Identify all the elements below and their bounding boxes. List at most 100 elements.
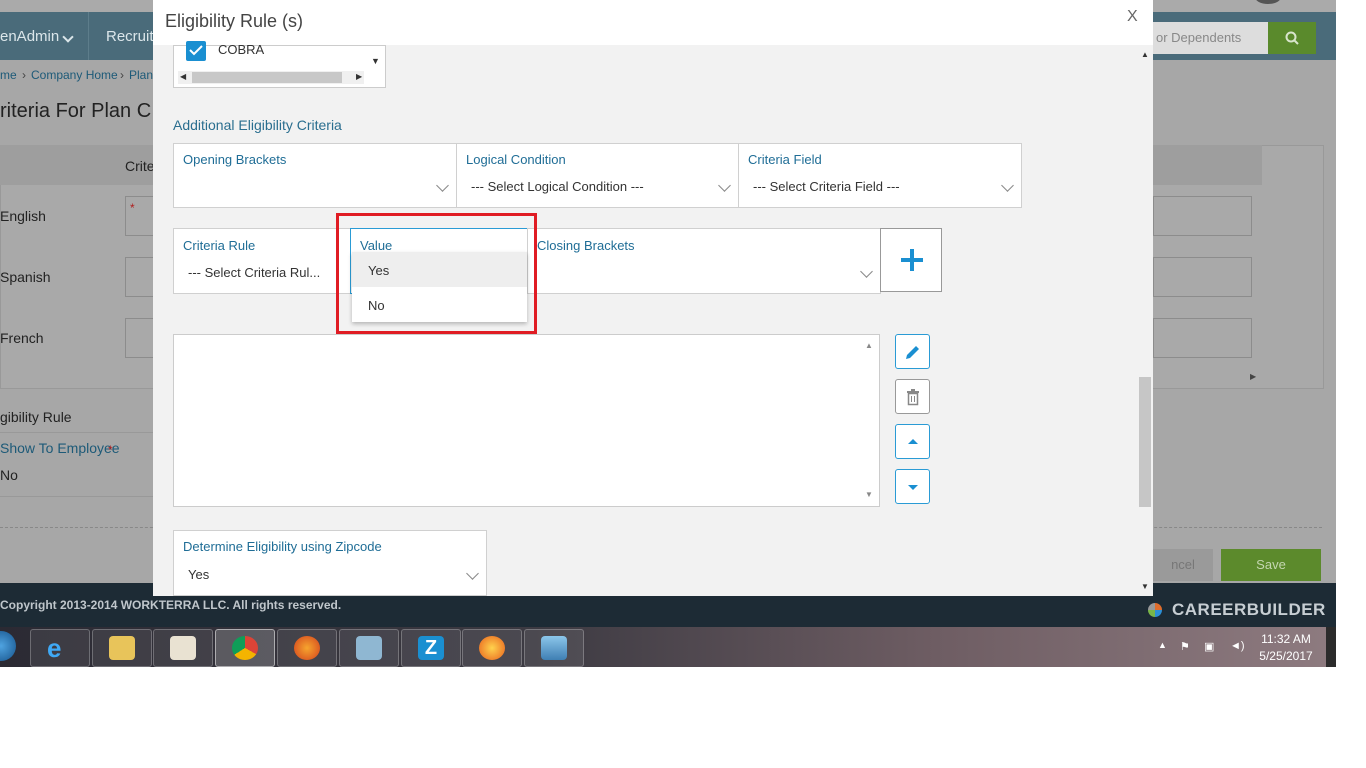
- section-label: Additional Eligibility Criteria: [173, 117, 342, 133]
- chevron-down-icon: [436, 179, 449, 192]
- trash-icon: [907, 389, 919, 406]
- nav-divider: [88, 12, 89, 60]
- delete-rule-button[interactable]: [895, 379, 930, 414]
- careerbuilder-logo-icon: [1148, 603, 1162, 617]
- edit-rule-button[interactable]: [895, 334, 930, 369]
- horizontal-scrollbar[interactable]: ◀ ▶: [178, 71, 364, 84]
- chevron-down-icon: [860, 265, 873, 278]
- move-up-button[interactable]: [895, 424, 930, 459]
- save-button[interactable]: Save: [1221, 549, 1321, 581]
- chevron-down-icon: [718, 179, 731, 192]
- firefox-dev-icon[interactable]: [462, 629, 522, 667]
- breadcrumb-home[interactable]: me: [0, 68, 17, 82]
- volume-icon[interactable]: ◄): [1230, 640, 1245, 652]
- media-player-icon[interactable]: [153, 629, 213, 667]
- chrome-icon[interactable]: [215, 629, 275, 667]
- modal-scrollbar-thumb[interactable]: [1139, 377, 1151, 507]
- tray-expand-icon[interactable]: ▲: [1158, 640, 1167, 650]
- zipcode-eligibility-select[interactable]: Determine Eligibility using Zipcode Yes: [173, 530, 487, 596]
- zipcode-eligibility-value: Yes: [188, 567, 210, 582]
- chevron-down-icon: [62, 31, 74, 43]
- clock-time: 11:32 AM: [1261, 632, 1311, 646]
- logical-condition-value: --- Select Logical Condition ---: [471, 179, 644, 194]
- criteria-rule-value: --- Select Criteria Rul...: [188, 265, 321, 280]
- english-input-right[interactable]: [1153, 196, 1252, 236]
- eligibility-rule-modal: Eligibility Rule (s) X COBRA ▼ ◀ ▶ Addit…: [153, 0, 1153, 596]
- scroll-down-icon[interactable]: ▼: [1141, 582, 1149, 591]
- logical-condition-label: Logical Condition: [466, 152, 566, 167]
- modal-header: Eligibility Rule (s) X: [153, 0, 1153, 45]
- modal-title: Eligibility Rule (s): [165, 11, 304, 31]
- search-button[interactable]: [1268, 22, 1316, 54]
- copyright-text: Copyright 2013-2014 WORKTERRA LLC. All r…: [0, 598, 342, 612]
- flag-icon[interactable]: ⚑: [1180, 640, 1190, 653]
- criteria-rules-list[interactable]: ▲ ▼: [173, 334, 880, 507]
- annotation-highlight-box: [336, 213, 537, 334]
- cancel-button[interactable]: ncel: [1153, 549, 1213, 581]
- show-to-employee-value[interactable]: No: [0, 467, 18, 483]
- cobra-label: COBRA: [218, 42, 265, 57]
- caret-up-icon: [908, 439, 918, 444]
- search-input[interactable]: or Dependents: [1150, 22, 1268, 54]
- firefox-icon[interactable]: [277, 629, 337, 667]
- scroll-down-icon[interactable]: ▼: [371, 56, 380, 66]
- scroll-left-icon[interactable]: ◀: [180, 72, 186, 81]
- cobra-checkbox[interactable]: [186, 41, 206, 61]
- add-criteria-button[interactable]: [880, 228, 942, 292]
- system-clock[interactable]: 11:32 AM 5/25/2017: [1258, 632, 1314, 663]
- notepad-icon[interactable]: [339, 629, 399, 667]
- closing-brackets-select[interactable]: Closing Brackets: [527, 228, 881, 294]
- scroll-right-icon[interactable]: ▶: [356, 72, 362, 81]
- pencil-icon: [906, 346, 919, 359]
- eligibility-rule-label: gibility Rule: [0, 409, 72, 425]
- criteria-rule-label: Criteria Rule: [183, 238, 256, 253]
- file-explorer-icon[interactable]: [92, 629, 152, 667]
- plan-type-list: COBRA ▼ ◀ ▶: [173, 41, 386, 88]
- page-title: riteria For Plan C: [0, 100, 152, 122]
- breadcrumb-company-home[interactable]: Company Home: [31, 68, 118, 82]
- scroll-right-icon[interactable]: ▶: [1250, 372, 1256, 381]
- avatar[interactable]: [1255, 0, 1281, 4]
- scrollbar-thumb[interactable]: [192, 72, 342, 83]
- language-spanish: Spanish: [0, 269, 51, 285]
- french-input-right[interactable]: [1153, 318, 1252, 358]
- chevron-down-icon: [1001, 179, 1014, 192]
- internet-explorer-icon[interactable]: e: [30, 629, 90, 667]
- show-desktop-button[interactable]: [1326, 627, 1336, 667]
- photos-icon[interactable]: [524, 629, 584, 667]
- criteria-field-value: --- Select Criteria Field ---: [753, 179, 900, 194]
- scroll-up-icon[interactable]: ▲: [1141, 50, 1149, 59]
- chevron-down-icon: [466, 567, 479, 580]
- close-button[interactable]: X: [1127, 8, 1138, 26]
- criteria-field-select[interactable]: Criteria Field --- Select Criteria Field…: [738, 143, 1022, 208]
- zipcode-eligibility-label: Determine Eligibility using Zipcode: [183, 539, 382, 554]
- spanish-input-right[interactable]: [1153, 257, 1252, 297]
- screen: enAdmin Recruit or Dependents me › Compa…: [0, 0, 1336, 667]
- criteria-field-label: Criteria Field: [748, 152, 822, 167]
- criteria-rule-select[interactable]: Criteria Rule --- Select Criteria Rul...: [173, 228, 351, 294]
- move-down-button[interactable]: [895, 469, 930, 504]
- search-icon: [1285, 31, 1299, 45]
- zoom-icon[interactable]: Z: [401, 629, 461, 667]
- required-mark: *: [108, 443, 113, 457]
- checkmark-icon: [189, 45, 203, 56]
- clock-date: 5/25/2017: [1259, 649, 1313, 663]
- logical-condition-select[interactable]: Logical Condition --- Select Logical Con…: [456, 143, 739, 208]
- taskbar: e Z: [0, 627, 1336, 667]
- caret-down-icon: [908, 485, 918, 490]
- nav-recruit-menu[interactable]: Recruit: [106, 12, 154, 60]
- opening-brackets-select[interactable]: Opening Brackets: [173, 143, 457, 208]
- show-to-employee-label: Show To Employee: [0, 440, 120, 456]
- breadcrumb-plan[interactable]: Plan: [129, 68, 153, 82]
- table-header-label: Crite: [125, 158, 155, 174]
- start-button[interactable]: [0, 631, 16, 661]
- scroll-down-icon[interactable]: ▼: [865, 490, 873, 499]
- opening-brackets-label: Opening Brackets: [183, 152, 287, 167]
- network-icon[interactable]: ▣: [1204, 640, 1214, 653]
- modal-vertical-scrollbar[interactable]: ▲ ▼: [1137, 45, 1153, 596]
- closing-brackets-label: Closing Brackets: [537, 238, 635, 253]
- language-english: English: [0, 208, 46, 224]
- scroll-up-icon[interactable]: ▲: [865, 341, 873, 350]
- brand-logo: CAREERBUILDER: [1172, 600, 1326, 619]
- nav-admin-menu[interactable]: enAdmin: [0, 12, 59, 60]
